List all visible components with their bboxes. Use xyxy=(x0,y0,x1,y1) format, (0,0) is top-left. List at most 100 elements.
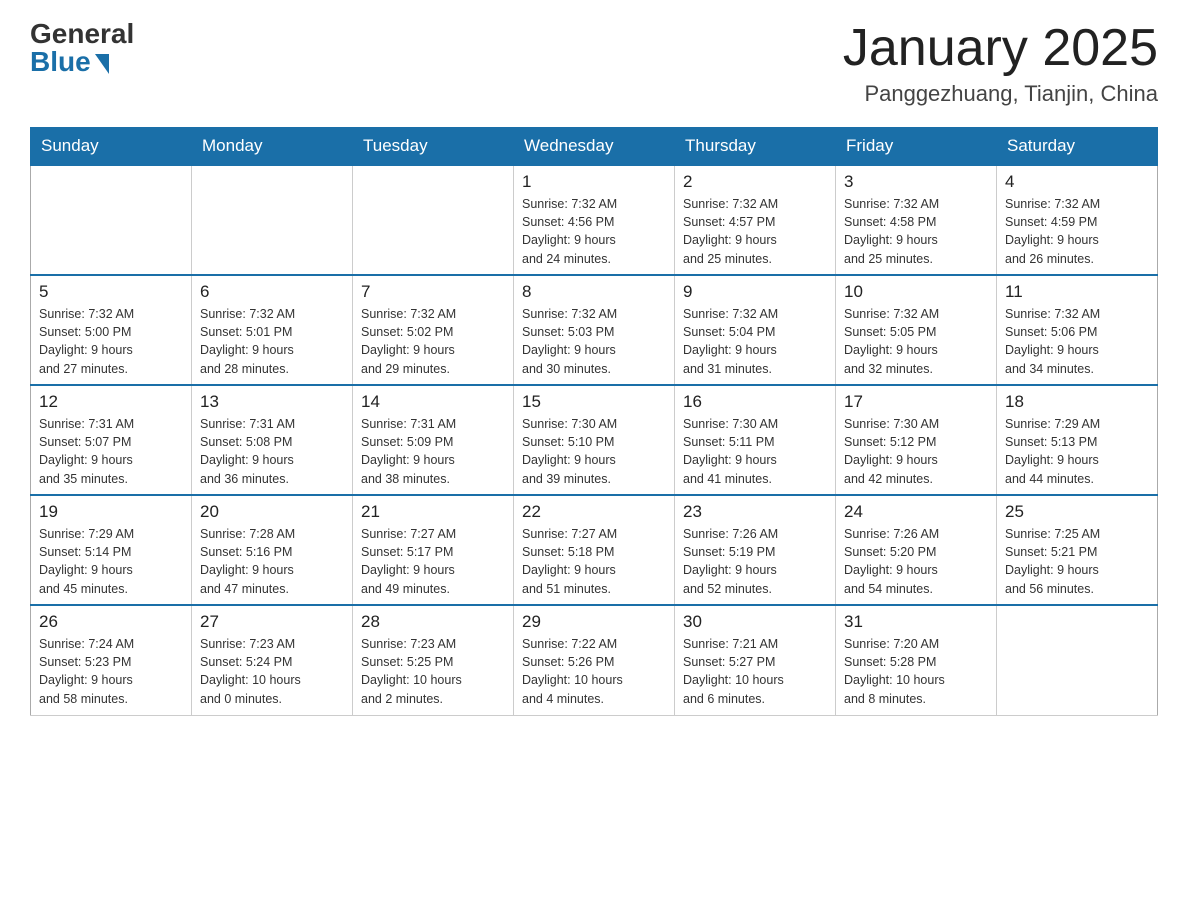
day-info: Sunrise: 7:27 AM Sunset: 5:18 PM Dayligh… xyxy=(522,525,666,598)
calendar-header-sunday: Sunday xyxy=(31,128,192,166)
day-number: 18 xyxy=(1005,392,1149,412)
day-info: Sunrise: 7:22 AM Sunset: 5:26 PM Dayligh… xyxy=(522,635,666,708)
day-number: 30 xyxy=(683,612,827,632)
day-number: 21 xyxy=(361,502,505,522)
calendar-header-monday: Monday xyxy=(192,128,353,166)
day-number: 5 xyxy=(39,282,183,302)
day-info: Sunrise: 7:23 AM Sunset: 5:25 PM Dayligh… xyxy=(361,635,505,708)
calendar-cell xyxy=(31,165,192,275)
logo-blue-text: Blue xyxy=(30,48,109,76)
logo-triangle-icon xyxy=(95,54,109,74)
day-info: Sunrise: 7:30 AM Sunset: 5:12 PM Dayligh… xyxy=(844,415,988,488)
day-info: Sunrise: 7:29 AM Sunset: 5:13 PM Dayligh… xyxy=(1005,415,1149,488)
calendar-cell xyxy=(192,165,353,275)
day-number: 24 xyxy=(844,502,988,522)
day-number: 11 xyxy=(1005,282,1149,302)
day-info: Sunrise: 7:27 AM Sunset: 5:17 PM Dayligh… xyxy=(361,525,505,598)
day-number: 2 xyxy=(683,172,827,192)
day-info: Sunrise: 7:32 AM Sunset: 5:00 PM Dayligh… xyxy=(39,305,183,378)
calendar-header-thursday: Thursday xyxy=(675,128,836,166)
day-number: 3 xyxy=(844,172,988,192)
day-number: 14 xyxy=(361,392,505,412)
day-number: 6 xyxy=(200,282,344,302)
calendar-cell: 16Sunrise: 7:30 AM Sunset: 5:11 PM Dayli… xyxy=(675,385,836,495)
calendar-cell xyxy=(997,605,1158,715)
day-number: 13 xyxy=(200,392,344,412)
calendar-cell: 17 Sunrise: 7:30 AM Sunset: 5:12 PM Dayli… xyxy=(836,385,997,495)
day-info: Sunrise: 7:21 AM Sunset: 5:27 PM Dayligh… xyxy=(683,635,827,708)
calendar-cell: 24 Sunrise: 7:26 AM Sunset: 5:20 PM Dayli… xyxy=(836,495,997,605)
calendar-header-saturday: Saturday xyxy=(997,128,1158,166)
day-info: Sunrise: 7:32 AM Sunset: 4:57 PM Dayligh… xyxy=(683,195,827,268)
day-number: 28 xyxy=(361,612,505,632)
calendar-cell: 23Sunrise: 7:26 AM Sunset: 5:19 PM Dayli… xyxy=(675,495,836,605)
day-info: Sunrise: 7:30 AM Sunset: 5:11 PM Dayligh… xyxy=(683,415,827,488)
calendar-cell: 27 Sunrise: 7:23 AM Sunset: 5:24 PM Dayli… xyxy=(192,605,353,715)
day-info: Sunrise: 7:32 AM Sunset: 5:01 PM Dayligh… xyxy=(200,305,344,378)
calendar-week-row: 12 Sunrise: 7:31 AM Sunset: 5:07 PM Dayli… xyxy=(31,385,1158,495)
day-number: 8 xyxy=(522,282,666,302)
day-number: 31 xyxy=(844,612,988,632)
day-number: 22 xyxy=(522,502,666,522)
day-info: Sunrise: 7:32 AM Sunset: 4:58 PM Dayligh… xyxy=(844,195,988,268)
calendar-cell: 21 Sunrise: 7:27 AM Sunset: 5:17 PM Dayli… xyxy=(353,495,514,605)
day-number: 1 xyxy=(522,172,666,192)
title-block: January 2025 Panggezhuang, Tianjin, Chin… xyxy=(843,20,1158,107)
calendar-cell: 9Sunrise: 7:32 AM Sunset: 5:04 PM Daylig… xyxy=(675,275,836,385)
calendar-cell: 5 Sunrise: 7:32 AM Sunset: 5:00 PM Daylig… xyxy=(31,275,192,385)
calendar-cell: 7 Sunrise: 7:32 AM Sunset: 5:02 PM Daylig… xyxy=(353,275,514,385)
day-info: Sunrise: 7:31 AM Sunset: 5:09 PM Dayligh… xyxy=(361,415,505,488)
day-number: 4 xyxy=(1005,172,1149,192)
day-number: 23 xyxy=(683,502,827,522)
day-info: Sunrise: 7:23 AM Sunset: 5:24 PM Dayligh… xyxy=(200,635,344,708)
calendar-week-row: 19 Sunrise: 7:29 AM Sunset: 5:14 PM Dayli… xyxy=(31,495,1158,605)
day-info: Sunrise: 7:31 AM Sunset: 5:07 PM Dayligh… xyxy=(39,415,183,488)
day-number: 19 xyxy=(39,502,183,522)
day-info: Sunrise: 7:32 AM Sunset: 4:56 PM Dayligh… xyxy=(522,195,666,268)
page-header: General Blue January 2025 Panggezhuang, … xyxy=(30,20,1158,107)
calendar-table: SundayMondayTuesdayWednesdayThursdayFrid… xyxy=(30,127,1158,716)
calendar-cell: 3 Sunrise: 7:32 AM Sunset: 4:58 PM Daylig… xyxy=(836,165,997,275)
calendar-cell: 25Sunrise: 7:25 AM Sunset: 5:21 PM Dayli… xyxy=(997,495,1158,605)
calendar-cell: 4 Sunrise: 7:32 AM Sunset: 4:59 PM Daylig… xyxy=(997,165,1158,275)
day-number: 17 xyxy=(844,392,988,412)
calendar-cell: 6 Sunrise: 7:32 AM Sunset: 5:01 PM Daylig… xyxy=(192,275,353,385)
calendar-cell: 28 Sunrise: 7:23 AM Sunset: 5:25 PM Dayli… xyxy=(353,605,514,715)
calendar-cell: 14 Sunrise: 7:31 AM Sunset: 5:09 PM Dayli… xyxy=(353,385,514,495)
day-info: Sunrise: 7:32 AM Sunset: 5:02 PM Dayligh… xyxy=(361,305,505,378)
day-number: 7 xyxy=(361,282,505,302)
logo-general-text: General xyxy=(30,20,134,48)
calendar-week-row: 1 Sunrise: 7:32 AM Sunset: 4:56 PM Daylig… xyxy=(31,165,1158,275)
day-number: 12 xyxy=(39,392,183,412)
day-number: 27 xyxy=(200,612,344,632)
day-info: Sunrise: 7:32 AM Sunset: 4:59 PM Dayligh… xyxy=(1005,195,1149,268)
day-info: Sunrise: 7:31 AM Sunset: 5:08 PM Dayligh… xyxy=(200,415,344,488)
day-number: 25 xyxy=(1005,502,1149,522)
day-number: 10 xyxy=(844,282,988,302)
calendar-cell xyxy=(353,165,514,275)
calendar-cell: 1 Sunrise: 7:32 AM Sunset: 4:56 PM Daylig… xyxy=(514,165,675,275)
calendar-cell: 26 Sunrise: 7:24 AM Sunset: 5:23 PM Dayli… xyxy=(31,605,192,715)
month-title: January 2025 xyxy=(843,20,1158,77)
calendar-week-row: 5 Sunrise: 7:32 AM Sunset: 5:00 PM Daylig… xyxy=(31,275,1158,385)
calendar-cell: 11 Sunrise: 7:32 AM Sunset: 5:06 PM Dayli… xyxy=(997,275,1158,385)
calendar-cell: 2 Sunrise: 7:32 AM Sunset: 4:57 PM Daylig… xyxy=(675,165,836,275)
calendar-cell: 29Sunrise: 7:22 AM Sunset: 5:26 PM Dayli… xyxy=(514,605,675,715)
day-info: Sunrise: 7:29 AM Sunset: 5:14 PM Dayligh… xyxy=(39,525,183,598)
day-info: Sunrise: 7:26 AM Sunset: 5:20 PM Dayligh… xyxy=(844,525,988,598)
day-number: 9 xyxy=(683,282,827,302)
calendar-cell: 20Sunrise: 7:28 AM Sunset: 5:16 PM Dayli… xyxy=(192,495,353,605)
day-info: Sunrise: 7:32 AM Sunset: 5:05 PM Dayligh… xyxy=(844,305,988,378)
calendar-cell: 19 Sunrise: 7:29 AM Sunset: 5:14 PM Dayli… xyxy=(31,495,192,605)
day-info: Sunrise: 7:32 AM Sunset: 5:06 PM Dayligh… xyxy=(1005,305,1149,378)
calendar-header-tuesday: Tuesday xyxy=(353,128,514,166)
day-info: Sunrise: 7:32 AM Sunset: 5:03 PM Dayligh… xyxy=(522,305,666,378)
calendar-week-row: 26 Sunrise: 7:24 AM Sunset: 5:23 PM Dayli… xyxy=(31,605,1158,715)
day-info: Sunrise: 7:24 AM Sunset: 5:23 PM Dayligh… xyxy=(39,635,183,708)
logo: General Blue xyxy=(30,20,134,76)
calendar-cell: 15Sunrise: 7:30 AM Sunset: 5:10 PM Dayli… xyxy=(514,385,675,495)
calendar-cell: 10 Sunrise: 7:32 AM Sunset: 5:05 PM Dayli… xyxy=(836,275,997,385)
calendar-cell: 8 Sunrise: 7:32 AM Sunset: 5:03 PM Daylig… xyxy=(514,275,675,385)
day-number: 26 xyxy=(39,612,183,632)
calendar-cell: 30 Sunrise: 7:21 AM Sunset: 5:27 PM Dayli… xyxy=(675,605,836,715)
